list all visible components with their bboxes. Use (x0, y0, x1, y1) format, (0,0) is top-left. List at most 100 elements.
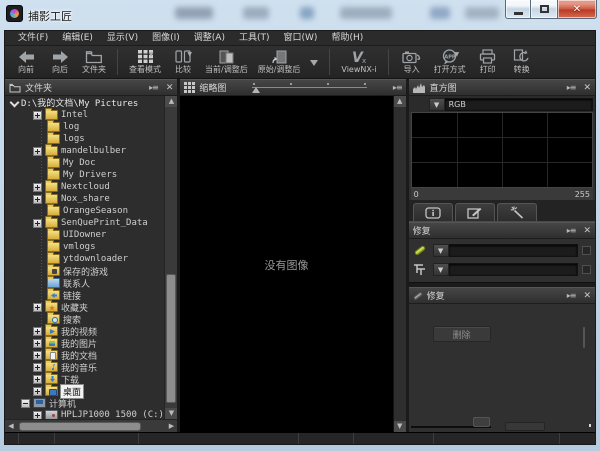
title-bar[interactable]: 捕影工匠 ✕ (0, 0, 600, 30)
tree-item[interactable]: Nox_share (5, 193, 164, 205)
scrollbar-thumb[interactable] (166, 274, 176, 403)
tree-item[interactable]: log (5, 121, 164, 133)
panel-menu-icon[interactable]: ▸≡ (567, 83, 576, 92)
expand-icon[interactable] (33, 195, 42, 204)
tree-item[interactable]: logs (5, 133, 164, 145)
scroll-down-icon[interactable]: ▼ (394, 421, 406, 432)
tab-edit[interactable] (455, 203, 495, 221)
viewnx-button[interactable]: VxViewNX-i (336, 46, 381, 78)
retouch-enable-checkbox[interactable] (582, 265, 591, 274)
expand-icon[interactable] (33, 111, 42, 120)
tree-item[interactable]: mandelbulber (5, 145, 164, 157)
tree-item[interactable]: SenQuePrint_Data (5, 217, 164, 229)
close-icon[interactable]: ✕ (579, 83, 591, 93)
menu-item-图像[interactable]: 图像(I) (145, 31, 187, 46)
minimize-button[interactable] (505, 0, 531, 19)
expand-icon[interactable] (33, 363, 42, 372)
expand-icon[interactable] (33, 147, 42, 156)
tab-retouch[interactable] (497, 203, 537, 221)
expand-icon[interactable] (33, 351, 42, 360)
menu-item-文件[interactable]: 文件(F) (11, 31, 55, 46)
tree-item[interactable]: My Drivers (5, 169, 164, 181)
close-button[interactable]: ✕ (557, 0, 597, 19)
scroll-right-icon[interactable]: ▶ (165, 422, 177, 430)
chevron-down-icon[interactable] (11, 99, 18, 106)
tree-item[interactable]: vmlogs (5, 241, 164, 253)
tree-item[interactable]: 链接 (5, 289, 164, 301)
tree-item[interactable]: HPLJP1000 1500 (C:) (5, 409, 164, 419)
tree-item[interactable]: 计算机 (5, 397, 164, 409)
thumbnail-vertical-scrollbar[interactable]: ▲ ▼ (393, 96, 406, 432)
expand-icon[interactable] (33, 183, 42, 192)
folder-button[interactable]: 文件夹 (77, 46, 111, 78)
folder-tree-vertical-scrollbar[interactable]: ▲ ▼ (164, 96, 177, 419)
expand-icon[interactable] (33, 303, 42, 312)
scroll-up-icon[interactable]: ▲ (165, 96, 177, 107)
import-button[interactable]: 导入 (395, 46, 429, 78)
tab-info[interactable] (413, 203, 453, 221)
tree-item[interactable]: UIDowner (5, 229, 164, 241)
tree-root-item[interactable]: D:\我的文档\My Pictures (5, 96, 164, 109)
forward-button[interactable]: 向后 (43, 46, 77, 78)
convert-button[interactable]: 转换 (505, 46, 539, 78)
tree-item[interactable]: Intel (5, 109, 164, 121)
view-mode-button[interactable]: ▼查看模式 (124, 46, 166, 78)
scrollbar-thumb[interactable] (19, 422, 141, 431)
chevron-down-icon[interactable]: ▼ (429, 98, 445, 111)
expand-icon[interactable] (33, 375, 42, 384)
open-with-button[interactable]: APP▼打开方式 (429, 46, 471, 78)
expand-icon[interactable] (33, 327, 42, 336)
chevron-down-icon[interactable]: ▼ (433, 244, 449, 257)
menu-item-窗口[interactable]: 窗口(W) (277, 31, 325, 46)
thumbnail-size-slider[interactable] (252, 81, 367, 94)
panel-menu-icon[interactable]: ▸≡ (149, 83, 158, 92)
menu-item-显示[interactable]: 显示(V) (100, 31, 145, 46)
more-dropdown-button[interactable] (305, 46, 323, 78)
slider-thumb[interactable] (252, 87, 260, 93)
scroll-left-icon[interactable]: ◀ (5, 422, 17, 430)
back-button[interactable]: 向前 (9, 46, 43, 78)
scrollbar-track[interactable] (17, 421, 165, 432)
tree-item[interactable]: 我的音乐 (5, 361, 164, 373)
size-slider-handle[interactable] (473, 417, 490, 427)
menu-item-帮助[interactable]: 帮助(H) (324, 31, 370, 46)
tree-item[interactable]: Nextcloud (5, 181, 164, 193)
current-adjusted-button[interactable]: 当前/调整后 (200, 46, 253, 78)
scroll-up-icon[interactable]: ▲ (394, 96, 406, 107)
panel-menu-icon[interactable]: ▸≡ (567, 291, 576, 300)
expand-icon[interactable] (33, 219, 42, 228)
original-adjusted-button[interactable]: 原始/调整后 (253, 46, 306, 78)
channel-dropdown[interactable]: ▼ RGB (429, 98, 593, 111)
scroll-down-icon[interactable]: ▼ (165, 408, 177, 419)
close-icon[interactable]: ✕ (579, 291, 591, 301)
tree-item[interactable]: 搜索 (5, 313, 164, 325)
retouch-option-dropdown[interactable]: ▼ (433, 263, 578, 276)
expand-icon[interactable] (33, 387, 42, 396)
compare-button[interactable]: ▼比较 (166, 46, 200, 78)
tree-item[interactable]: 我的图片 (5, 337, 164, 349)
tree-item[interactable]: ytdownloader (5, 253, 164, 265)
close-icon[interactable]: ✕ (579, 226, 591, 236)
retouch-enable-checkbox[interactable] (582, 246, 591, 255)
tree-item[interactable]: 我的文档 (5, 349, 164, 361)
menu-item-工具[interactable]: 工具(T) (232, 31, 277, 46)
panel-menu-icon[interactable]: ▸≡ (567, 226, 576, 235)
close-icon[interactable]: ✕ (162, 83, 174, 93)
tree-item[interactable]: 我的视频 (5, 325, 164, 337)
tree-item[interactable]: 下载 (5, 373, 164, 385)
print-button[interactable]: 打印 (471, 46, 505, 78)
tree-item[interactable]: 联系人 (5, 277, 164, 289)
maximize-button[interactable] (531, 0, 557, 19)
dock-bottom-button[interactable] (505, 422, 545, 431)
menu-item-调整[interactable]: 调整(A) (187, 31, 232, 46)
tree-item[interactable]: My Doc (5, 157, 164, 169)
tree-item[interactable]: 保存的游戏 (5, 265, 164, 277)
expand-icon[interactable] (33, 411, 42, 420)
tree-item[interactable]: 收藏夹 (5, 301, 164, 313)
menu-item-编辑[interactable]: 编辑(E) (55, 31, 100, 46)
chevron-down-icon[interactable]: ▼ (433, 263, 449, 276)
delete-button[interactable]: 删除 (433, 326, 491, 342)
expand-icon[interactable] (33, 339, 42, 348)
panel-menu-icon[interactable]: ▸≡ (393, 83, 402, 92)
tree-item[interactable]: 桌面 (5, 385, 164, 397)
